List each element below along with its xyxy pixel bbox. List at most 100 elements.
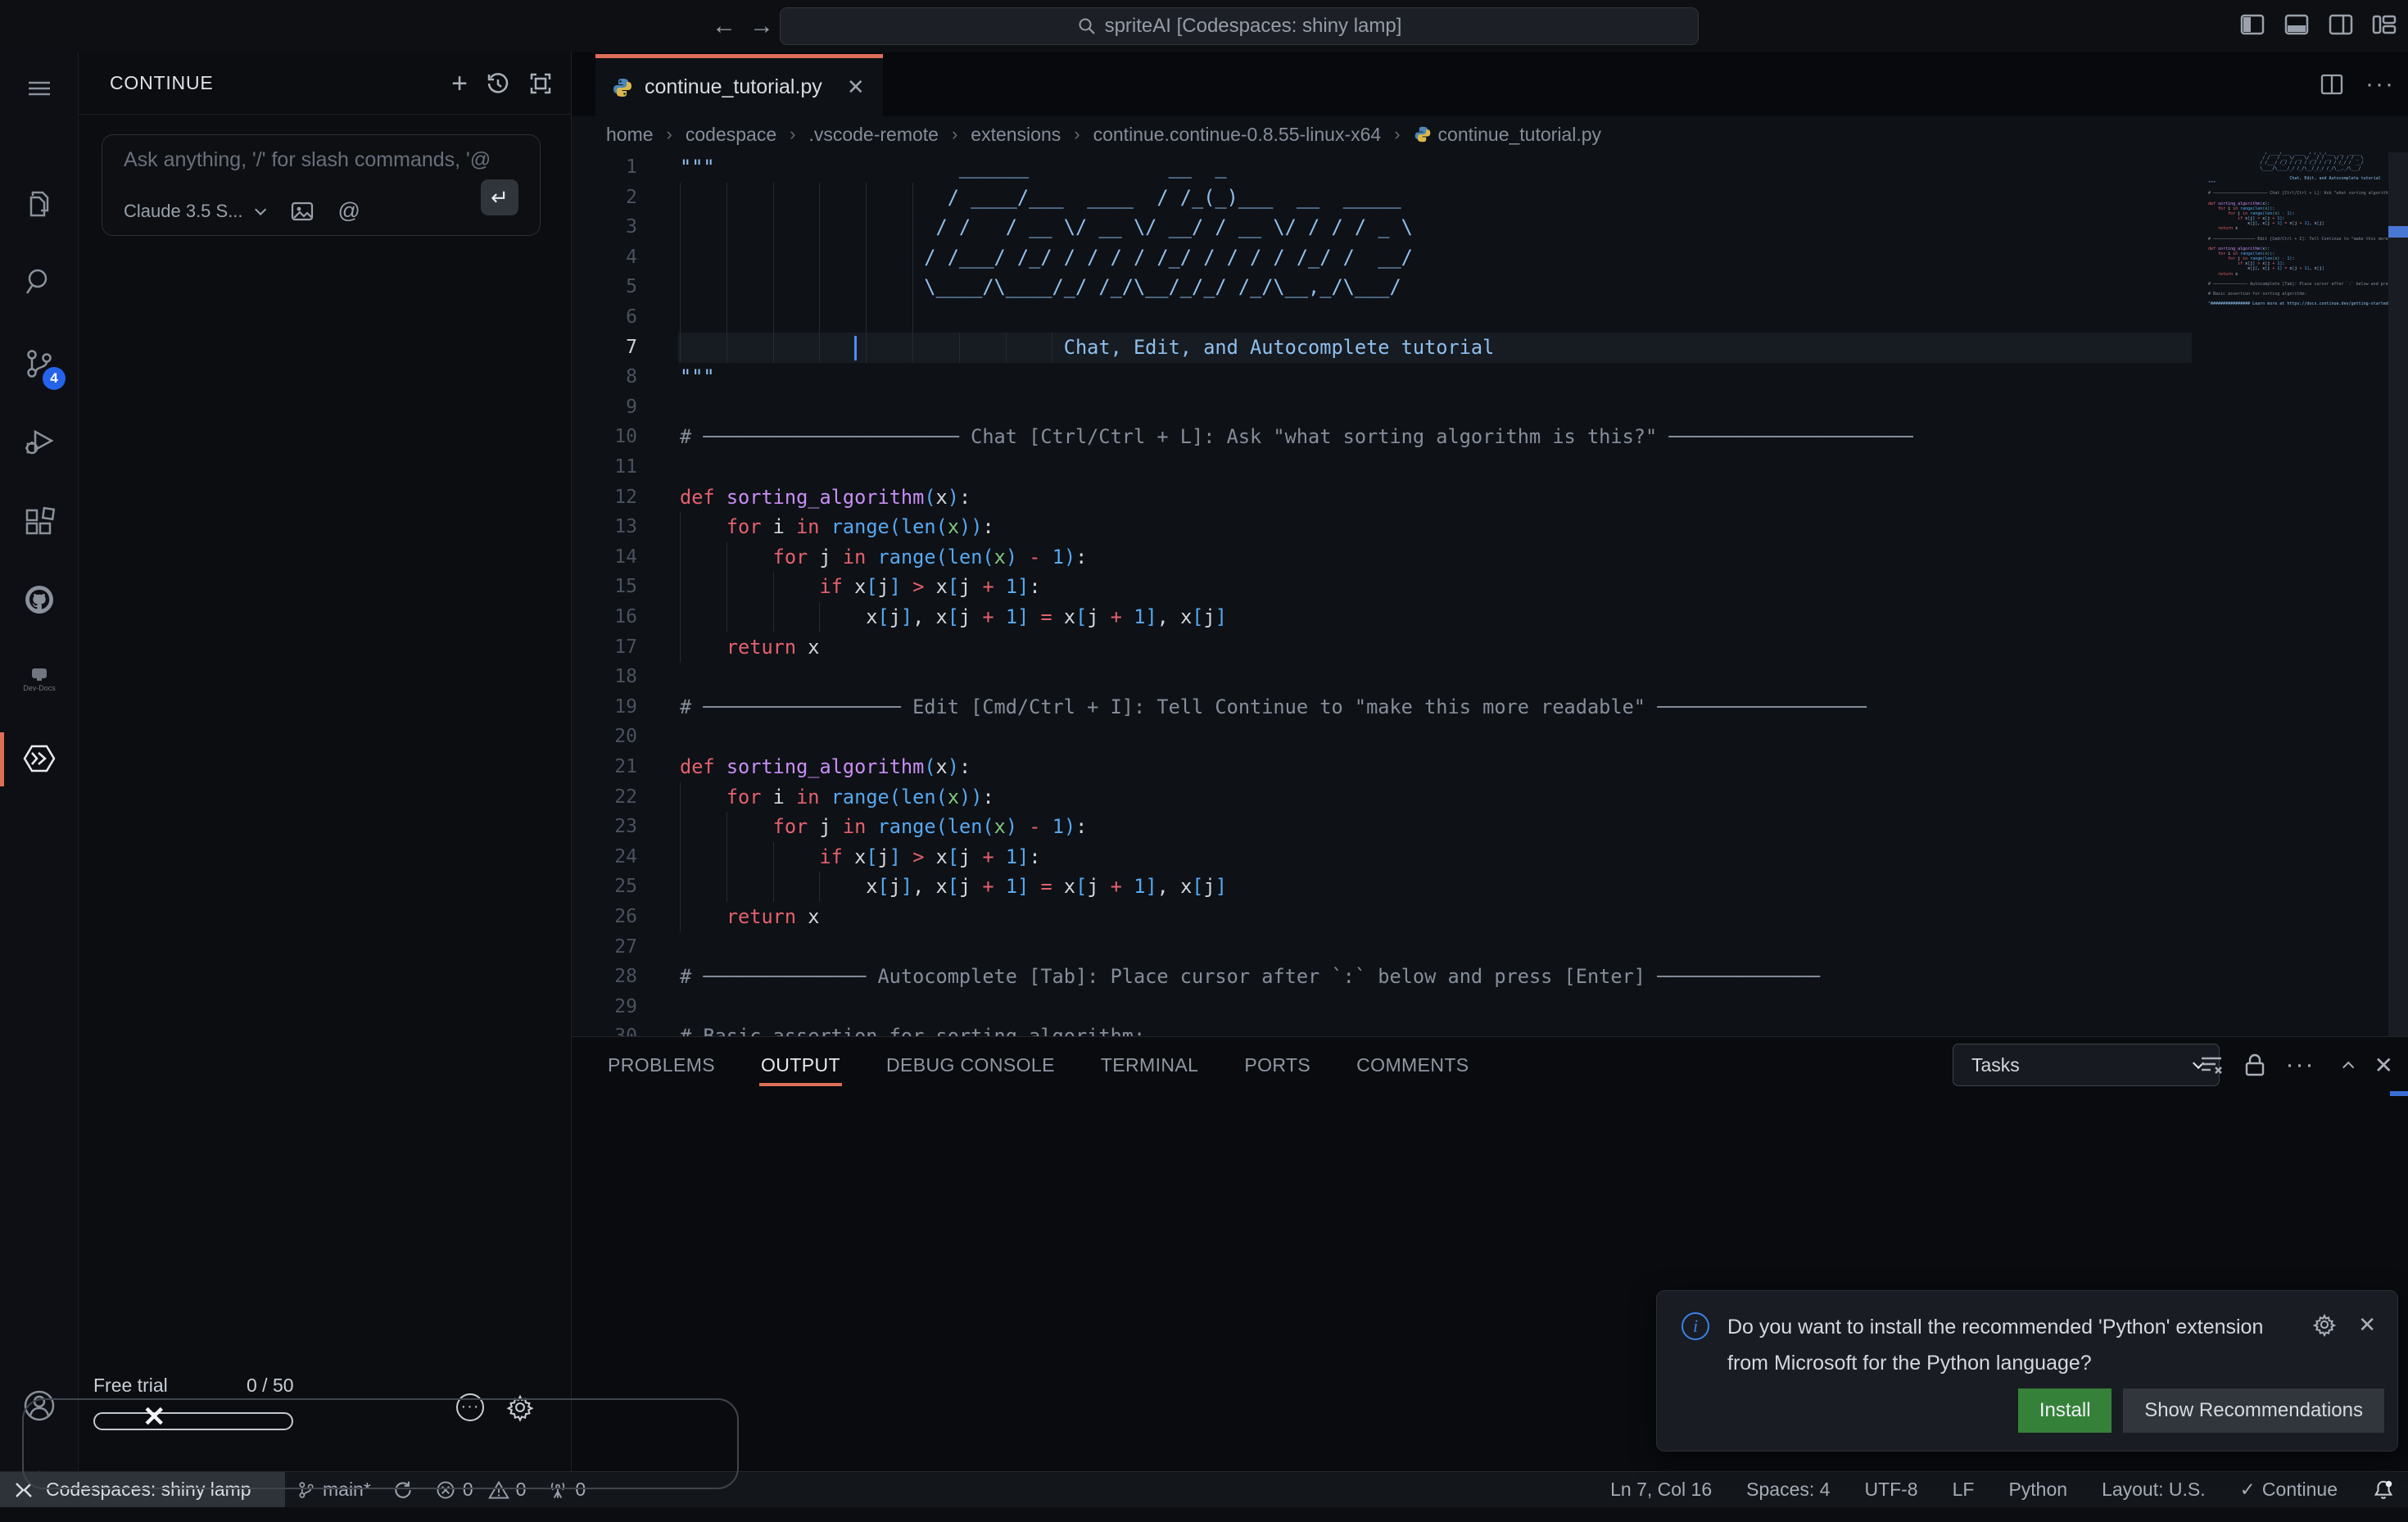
code-line[interactable]: / / / __ \/ __ \/ __/ / __ \/ / / / _ \ bbox=[680, 212, 1413, 242]
chat-input-box[interactable]: Ask anything, '/' for slash commands, '@… bbox=[102, 134, 541, 236]
git-branch-item[interactable]: main* bbox=[296, 1479, 371, 1501]
code-line[interactable]: def sorting_algorithm(x): bbox=[680, 752, 971, 782]
menu-icon[interactable] bbox=[0, 52, 79, 125]
free-trial-progress-bar[interactable] bbox=[93, 1412, 293, 1430]
slider-handle[interactable]: ✕ bbox=[143, 1401, 166, 1434]
code-line[interactable]: / ____/___ ____ / /_(_)___ __ _____ bbox=[680, 183, 1401, 213]
add-context-icon[interactable]: @ bbox=[338, 198, 360, 224]
chevron-up-icon[interactable] bbox=[2342, 1062, 2354, 1073]
command-center-search[interactable]: spriteAI [Codespaces: shiny lamp] bbox=[780, 7, 1699, 45]
notification-close-icon[interactable]: ✕ bbox=[2358, 1312, 2376, 1338]
model-selector[interactable]: Claude 3.5 S... bbox=[124, 201, 243, 222]
breadcrumb-item[interactable]: home bbox=[606, 124, 654, 146]
code-line[interactable]: def sorting_algorithm(x): bbox=[680, 482, 971, 513]
remote-indicator[interactable]: Codespaces: shiny lamp bbox=[0, 1472, 285, 1507]
code-line[interactable]: for i in range(len(x)): bbox=[680, 782, 994, 813]
code-line[interactable]: \____/\____/_/ /_/\__/_/_/ /_/\__,_/\___… bbox=[680, 272, 1401, 302]
explorer-icon[interactable] bbox=[0, 169, 79, 241]
editor-more-actions-icon[interactable]: ··· bbox=[2365, 70, 2395, 98]
status-item[interactable]: Layout: U.S. bbox=[2102, 1479, 2206, 1501]
toggle-panel-icon[interactable] bbox=[2284, 11, 2310, 38]
github-icon[interactable] bbox=[0, 564, 79, 636]
breadcrumb-item[interactable]: continue.continue-0.8.55-linux-x64 bbox=[1093, 124, 1382, 146]
clear-output-icon[interactable] bbox=[2199, 1053, 2224, 1077]
show-recommendations-button[interactable]: Show Recommendations bbox=[2123, 1388, 2384, 1433]
indent-guide bbox=[773, 572, 774, 602]
status-item[interactable]: Python bbox=[2008, 1479, 2067, 1501]
code-line[interactable]: if x[j] > x[j + 1]: bbox=[680, 572, 1041, 602]
code-line[interactable]: for i in range(len(x)): bbox=[680, 512, 994, 542]
ports-item[interactable]: 0 bbox=[547, 1479, 586, 1501]
breadcrumb-item[interactable]: continue_tutorial.py bbox=[1414, 124, 1601, 146]
account-icon[interactable] bbox=[0, 1370, 79, 1442]
more-options-icon[interactable]: ··· bbox=[456, 1393, 484, 1421]
code-editor[interactable]: 1234567891011121314151617181920212223242… bbox=[572, 152, 2408, 1036]
code-line[interactable]: return x bbox=[680, 632, 819, 663]
lock-icon[interactable] bbox=[2243, 1053, 2266, 1077]
history-icon[interactable] bbox=[486, 71, 510, 96]
notification-settings-gear-icon[interactable] bbox=[2312, 1312, 2337, 1337]
extensions-icon[interactable] bbox=[0, 485, 79, 557]
panel-tab-problems[interactable]: PROBLEMS bbox=[606, 1043, 717, 1088]
code-line[interactable]: x[j], x[j + 1] = x[j + 1], x[j] bbox=[680, 872, 1227, 902]
code-line[interactable]: return x bbox=[680, 902, 819, 932]
panel-tab-terminal[interactable]: TERMINAL bbox=[1099, 1043, 1201, 1088]
image-attach-icon[interactable] bbox=[291, 200, 314, 223]
toggle-sidebar-icon[interactable] bbox=[2239, 11, 2265, 38]
panel-tab-output[interactable]: OUTPUT bbox=[759, 1043, 842, 1088]
status-item[interactable]: Ln 7, Col 16 bbox=[1610, 1479, 1712, 1501]
code-line[interactable]: / /___/ /_/ / / / / /_/ / / / / /_/ / __… bbox=[680, 242, 1413, 273]
run-debug-icon[interactable] bbox=[0, 406, 79, 478]
panel-tab-ports[interactable]: PORTS bbox=[1242, 1043, 1312, 1088]
panel-more-actions-icon[interactable]: ··· bbox=[2286, 1051, 2315, 1079]
chevron-down-icon[interactable] bbox=[255, 203, 266, 215]
editor-scrollbar[interactable] bbox=[2388, 152, 2408, 1036]
continue-settings-gear-icon[interactable] bbox=[505, 1393, 535, 1422]
notifications-bell-icon[interactable] bbox=[2372, 1479, 2395, 1502]
code-line[interactable]: if x[j] > x[j + 1]: bbox=[680, 842, 1041, 872]
panel-tab-comments[interactable]: COMMENTS bbox=[1355, 1043, 1470, 1088]
fullscreen-icon[interactable] bbox=[528, 71, 553, 96]
split-editor-icon[interactable] bbox=[2320, 72, 2344, 97]
code-line[interactable]: # ────────────── Autocomplete [Tab]: Pla… bbox=[680, 962, 1820, 992]
sync-icon[interactable] bbox=[392, 1479, 414, 1501]
tab-close-icon[interactable]: ✕ bbox=[847, 75, 865, 100]
nav-forward-button[interactable]: → bbox=[747, 11, 776, 41]
install-button[interactable]: Install bbox=[2018, 1388, 2112, 1433]
status-item[interactable]: LF bbox=[1953, 1479, 1975, 1501]
code-line[interactable]: """ bbox=[680, 362, 715, 392]
code-line[interactable]: x[j], x[j + 1] = x[j + 1], x[j] bbox=[680, 602, 1227, 632]
code-line[interactable]: Chat, Edit, and Autocomplete tutorial bbox=[680, 333, 1494, 363]
panel-tab-debug-console[interactable]: DEBUG CONSOLE bbox=[885, 1043, 1057, 1088]
status-item[interactable]: Spaces: 4 bbox=[1746, 1479, 1830, 1501]
output-channel-dropdown[interactable]: Tasks bbox=[1953, 1044, 2220, 1086]
code-line[interactable] bbox=[680, 302, 959, 333]
code-line[interactable]: # ────────────────────── Chat [Ctrl/Ctrl… bbox=[680, 422, 1913, 452]
devdocs-icon[interactable]: Dev-Docs bbox=[0, 644, 79, 716]
code-line[interactable]: for j in range(len(x) - 1): bbox=[680, 542, 1087, 573]
code-line[interactable]: # Basic assertion for sorting algorithm: bbox=[680, 1021, 1145, 1036]
code-line[interactable]: """ ______ __ _ bbox=[680, 152, 1227, 183]
code-line[interactable]: for j in range(len(x) - 1): bbox=[680, 812, 1087, 842]
line-number: 19 bbox=[572, 692, 637, 722]
toggle-secondary-sidebar-icon[interactable] bbox=[2328, 11, 2354, 38]
breadcrumb-item[interactable]: extensions bbox=[971, 124, 1061, 146]
continue-icon[interactable] bbox=[0, 722, 79, 795]
source-control-icon[interactable]: 4 bbox=[0, 328, 79, 400]
status-item[interactable]: UTF-8 bbox=[1864, 1479, 1917, 1501]
tab-continue-tutorial[interactable]: continue_tutorial.py ✕ bbox=[595, 54, 883, 116]
problems-item[interactable]: 0 0 bbox=[435, 1479, 527, 1501]
new-session-icon[interactable]: + bbox=[451, 71, 468, 96]
continue-status-item[interactable]: ✓ Continue bbox=[2240, 1479, 2338, 1501]
breadcrumb-item[interactable]: codespace bbox=[686, 124, 776, 146]
customize-layout-icon[interactable] bbox=[2372, 11, 2398, 38]
minimap[interactable]: """ ______ __ _ / ____/___ ____ / /_(_)_… bbox=[2193, 152, 2388, 1030]
code-line[interactable]: # ───────────────── Edit [Cmd/Ctrl + I]:… bbox=[680, 692, 1867, 722]
breadcrumb-item[interactable]: .vscode-remote bbox=[808, 124, 939, 146]
nav-back-button[interactable]: ← bbox=[709, 11, 739, 41]
search-sidebar-icon[interactable] bbox=[0, 246, 79, 318]
panel-close-icon[interactable]: ✕ bbox=[2374, 1052, 2393, 1079]
line-number: 14 bbox=[572, 542, 637, 573]
indent-guide bbox=[773, 272, 774, 302]
submit-button[interactable]: ↵ bbox=[481, 179, 518, 215]
